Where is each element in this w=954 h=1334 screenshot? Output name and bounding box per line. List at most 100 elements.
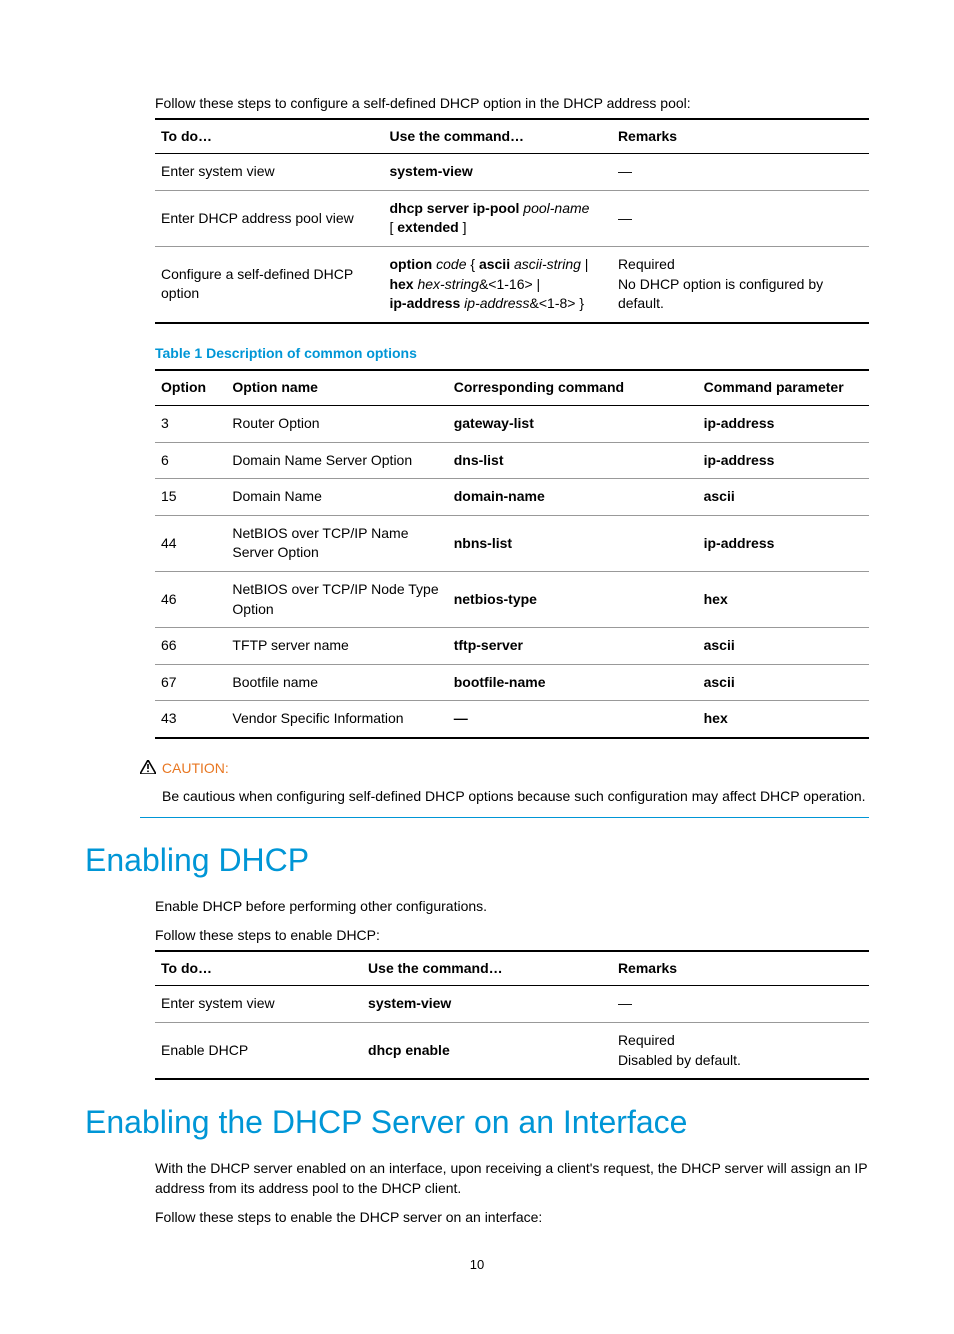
cell: NetBIOS over TCP/IP Name Server Option [226,515,447,571]
cell: hex [698,571,869,627]
intro-text: Follow these steps to configure a self-d… [155,94,869,114]
cell: ascii [698,479,869,516]
cell: — [612,154,869,191]
th-command: Corresponding command [448,370,698,405]
cell: gateway-list [448,405,698,442]
table-row: Enter system view system-view — [155,986,869,1023]
heading-enabling-dhcp-interface: Enabling the DHCP Server on an Interface [85,1100,869,1145]
cmd-arg: ip-address [464,295,529,311]
cell: Enter system view [155,986,362,1023]
table-row: Enable DHCP dhcp enable Required Disable… [155,1023,869,1080]
cell: Bootfile name [226,664,447,701]
cell: Router Option [226,405,447,442]
cell: bootfile-name [448,664,698,701]
th-remarks: Remarks [612,951,869,986]
heading-enabling-dhcp: Enabling DHCP [85,838,869,883]
cell: hex [698,701,869,738]
cmd-arg: ascii-string [514,256,581,272]
th-remarks: Remarks [612,119,869,154]
cell: ip-address [698,442,869,479]
warning-icon [140,759,156,781]
th-name: Option name [226,370,447,405]
caution-label: CAUTION: [162,760,229,776]
table-config-self-defined: To do… Use the command… Remarks Enter sy… [155,118,869,324]
cmd-kw: option [389,256,436,272]
table-caption: Table 1 Description of common options [155,344,869,364]
caution-text: Be cautious when configuring self-define… [162,787,869,807]
table-common-options: Option Option name Corresponding command… [155,369,869,739]
paragraph: Follow these steps to enable the DHCP se… [155,1208,869,1228]
table-row: 15Domain Namedomain-nameascii [155,479,869,516]
table-row: Configure a self-defined DHCP option opt… [155,246,869,322]
th-command: Use the command… [383,119,611,154]
cell: ip-address [698,405,869,442]
cell: tftp-server [448,628,698,665]
cell: 67 [155,664,226,701]
cmd-text: &<1-8> } [530,295,585,311]
cmd-text: | [581,256,589,272]
cmd-arg: pool-name [523,200,589,216]
paragraph: Follow these steps to enable DHCP: [155,926,869,946]
cmd-kw: dhcp server ip-pool [389,200,523,216]
cell: ascii [698,664,869,701]
cmd-text: { [466,256,478,272]
cell: 44 [155,515,226,571]
cell: option code { ascii ascii-string | hex h… [383,246,611,322]
paragraph: With the DHCP server enabled on an inter… [155,1159,869,1198]
cell: 43 [155,701,226,738]
cell: — [448,701,698,738]
th-todo: To do… [155,951,362,986]
cell: dhcp server ip-pool pool-name [ extended… [383,190,611,246]
cell: dhcp enable [362,1023,612,1080]
cmd-kw: extended [397,219,458,235]
cell: Configure a self-defined DHCP option [155,246,383,322]
th-param: Command parameter [698,370,869,405]
paragraph: Enable DHCP before performing other conf… [155,897,869,917]
th-todo: To do… [155,119,383,154]
table-row: 44NetBIOS over TCP/IP Name Server Option… [155,515,869,571]
cell: domain-name [448,479,698,516]
table-row: 43Vendor Specific Information—hex [155,701,869,738]
cmd-kw: ip-address [389,295,464,311]
cell: — [612,190,869,246]
cell: ip-address [698,515,869,571]
cell-line: Disabled by default. [618,1052,741,1068]
table-row: 3Router Optiongateway-listip-address [155,405,869,442]
cell: 15 [155,479,226,516]
cell: netbios-type [448,571,698,627]
caution-block: CAUTION: Be cautious when configuring se… [140,759,869,818]
cell: TFTP server name [226,628,447,665]
cell: 66 [155,628,226,665]
table-row: 6Domain Name Server Optiondns-listip-add… [155,442,869,479]
cell: 46 [155,571,226,627]
cell: system-view [362,986,612,1023]
cell: Enter system view [155,154,383,191]
cell-line: No DHCP option is configured by default. [618,276,823,312]
table-row: Enter system view system-view — [155,154,869,191]
th-option: Option [155,370,226,405]
cmd-kw: hex [389,276,417,292]
cell-line: Required [618,256,675,272]
cell: Enable DHCP [155,1023,362,1080]
cell: — [612,986,869,1023]
cell: 3 [155,405,226,442]
cell: ascii [698,628,869,665]
cmd-text: ] [459,219,467,235]
cell: Vendor Specific Information [226,701,447,738]
cell: nbns-list [448,515,698,571]
cmd-arg: code [436,256,466,272]
table-enable-dhcp: To do… Use the command… Remarks Enter sy… [155,950,869,1080]
table-row: Enter DHCP address pool view dhcp server… [155,190,869,246]
cmd-arg: hex-string [417,276,478,292]
cell: Domain Name [226,479,447,516]
cell: Required Disabled by default. [612,1023,869,1080]
cell: Enter DHCP address pool view [155,190,383,246]
cmd-kw: ascii [479,256,514,272]
cell: system-view [383,154,611,191]
cell: 6 [155,442,226,479]
cell: Required No DHCP option is configured by… [612,246,869,322]
cell-line: Required [618,1032,675,1048]
cmd-text: &<1-16> | [479,276,540,292]
cell: Domain Name Server Option [226,442,447,479]
table-row: 66TFTP server nametftp-serverascii [155,628,869,665]
